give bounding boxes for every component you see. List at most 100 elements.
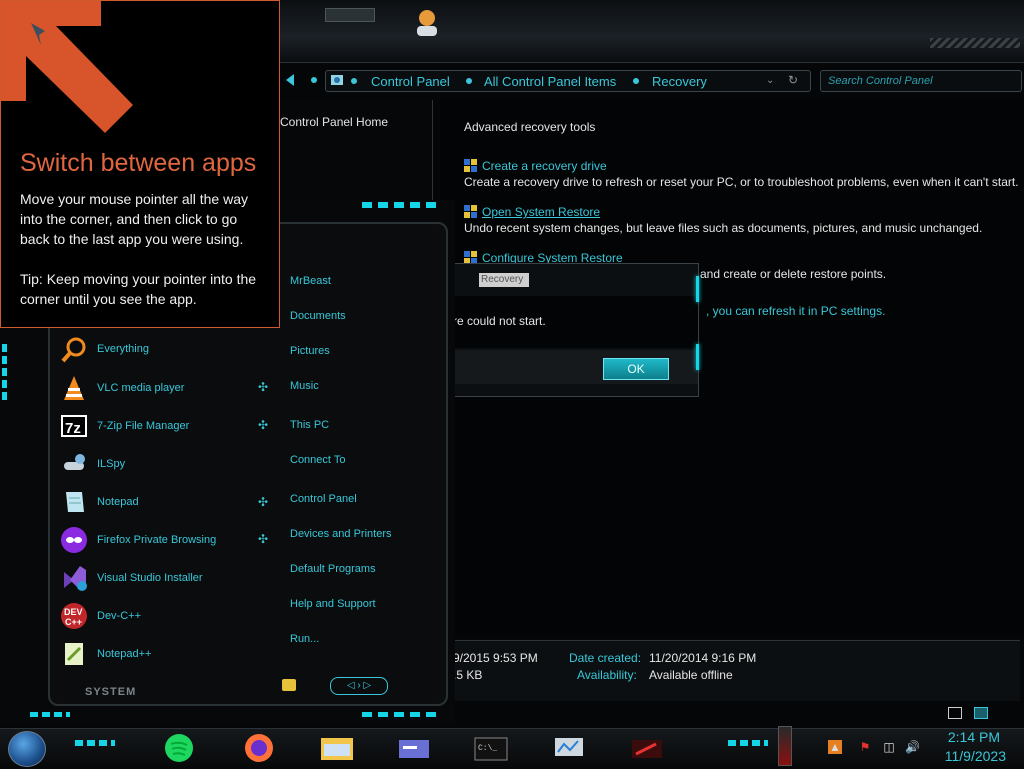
system-label: SYSTEM: [85, 686, 137, 698]
place-documents[interactable]: Documents: [290, 310, 346, 322]
open-system-restore-desc: Undo recent system changes, but leave fi…: [464, 221, 983, 235]
uac-shield-icon: [464, 159, 478, 173]
user-avatar: [412, 8, 442, 36]
expand-icon: ✣: [258, 418, 269, 432]
program-label: Firefox Private Browsing: [97, 534, 217, 546]
create-recovery-drive-desc: Create a recovery drive to refresh or re…: [464, 175, 1019, 189]
program-list: Everything VLC media player 7z 7-Zip Fil…: [52, 330, 272, 680]
dialog-title: Recovery: [479, 273, 529, 287]
date-modified-value: 9/2015 9:53 PM: [453, 651, 538, 665]
visual-studio-icon: [60, 564, 88, 592]
program-label: Notepad: [97, 496, 139, 508]
action-center-flag-icon[interactable]: ⚑: [858, 740, 872, 754]
devcpp-icon: DEV C++: [60, 602, 88, 630]
place-control-panel[interactable]: Control Panel: [290, 493, 357, 505]
speaker-icon[interactable]: 🔊: [905, 740, 920, 754]
decorative-stripe: [930, 38, 1020, 48]
advanced-tools-heading: Advanced recovery tools: [464, 120, 596, 134]
start-menu-bottom-leds: [362, 712, 442, 717]
breadcrumb-control-panel[interactable]: Control Panel: [371, 74, 450, 89]
firefox-private-icon: [60, 526, 88, 554]
search-input[interactable]: Search Control Panel: [820, 70, 1022, 92]
program-notepad[interactable]: Notepad: [52, 484, 272, 520]
place-music[interactable]: Music: [290, 380, 319, 392]
program-label: ILSpy: [97, 458, 126, 470]
chat-icon[interactable]: [282, 679, 296, 691]
switch-apps-tooltip: Switch between apps Move your mouse poin…: [0, 0, 280, 328]
7zip-icon: 7z: [60, 412, 88, 440]
start-button[interactable]: [8, 731, 46, 767]
place-connect-to[interactable]: Connect To: [290, 454, 345, 466]
window-titlebar[interactable]: [280, 0, 1024, 63]
place-devices-printers[interactable]: Devices and Printers: [290, 528, 392, 540]
date-created-label: Date created:: [569, 651, 642, 665]
thumbnail-view-icon[interactable]: [974, 707, 988, 719]
tooltip-tip: Tip: Keep moving your pointer into the c…: [20, 271, 257, 307]
volume-meter: [778, 726, 792, 766]
place-run[interactable]: Run...: [290, 633, 319, 645]
corner-arrow-icon: [1, 1, 136, 136]
clock-time[interactable]: 2:14 PM: [948, 729, 1000, 745]
program-label: Dev-C++: [97, 610, 142, 622]
program-firefox-private[interactable]: Firefox Private Browsing: [52, 522, 272, 558]
start-menu-top-leds: [362, 202, 442, 208]
breadcrumb-separator: [633, 78, 639, 84]
notepadpp-icon: [60, 640, 88, 668]
ok-button[interactable]: OK: [603, 358, 669, 380]
refresh-icon[interactable]: ↻: [788, 73, 798, 87]
ilspy-icon: [60, 450, 88, 478]
taskbar-leds: [75, 740, 115, 746]
program-7zip[interactable]: 7z 7-Zip File Manager: [52, 408, 272, 444]
notepad-icon: [60, 488, 88, 516]
details-pane: 9/2015 9:53 PM Date created: 11/20/2014 …: [440, 640, 1020, 719]
program-devcpp[interactable]: DEV C++ Dev-C++: [52, 598, 272, 634]
firefox-icon[interactable]: [240, 732, 278, 764]
control-panel-icon: [330, 73, 344, 87]
availability-label: Availability:: [577, 668, 637, 682]
resource-monitor-icon[interactable]: [550, 732, 588, 764]
place-default-programs[interactable]: Default Programs: [290, 563, 376, 575]
program-everything[interactable]: Everything: [52, 332, 272, 368]
refresh-pc-settings-link[interactable]: , you can refresh it in PC settings.: [706, 304, 885, 318]
control-panel-home-link[interactable]: Control Panel Home: [280, 115, 388, 129]
expand-icon: ✣: [258, 380, 269, 394]
spotify-icon[interactable]: [160, 732, 198, 764]
place-help-support[interactable]: Help and Support: [290, 598, 376, 610]
command-prompt-icon[interactable]: C:\_: [472, 732, 510, 764]
recovery-dialog: Recovery re could not start. OK: [452, 263, 699, 397]
power-arrows-button[interactable]: ◁ › ▷: [330, 677, 388, 695]
dialog-message: re could not start.: [453, 314, 546, 328]
breadcrumb-recovery[interactable]: Recovery: [652, 74, 707, 89]
address-bar[interactable]: Control Panel All Control Panel Items Re…: [325, 70, 811, 92]
place-this-pc[interactable]: This PC: [290, 419, 329, 431]
expand-icon: ✣: [258, 495, 269, 509]
open-system-restore-link[interactable]: Open System Restore: [482, 205, 600, 219]
place-mrbeast[interactable]: MrBeast: [290, 275, 331, 287]
file-explorer-icon[interactable]: [318, 732, 356, 764]
network-icon[interactable]: ◫: [882, 740, 896, 754]
program-notepadpp[interactable]: Notepad++: [52, 636, 272, 672]
program-label: Everything: [97, 343, 149, 355]
tooltip-title: Switch between apps: [20, 149, 257, 177]
details-view-icon[interactable]: [948, 707, 962, 719]
program-label: Visual Studio Installer: [97, 572, 203, 584]
recent-pages-dot[interactable]: [311, 77, 317, 83]
start-menu-bottom-leds: [30, 712, 70, 717]
taskbar-leds: [728, 740, 768, 746]
svg-text:7z: 7z: [65, 420, 81, 437]
breadcrumb-all-items[interactable]: All Control Panel Items: [484, 74, 616, 89]
create-recovery-drive-link[interactable]: Create a recovery drive: [482, 159, 607, 173]
chevron-down-icon[interactable]: ⌄: [766, 75, 774, 86]
program-vlc[interactable]: VLC media player: [52, 370, 272, 406]
magnifier-icon: [60, 336, 88, 364]
breadcrumb-separator: [351, 78, 357, 84]
taskbar-app-red-icon[interactable]: [628, 732, 666, 764]
program-ilspy[interactable]: ILSpy: [52, 446, 272, 482]
notification-icon[interactable]: ▲: [828, 740, 842, 754]
back-forward-buttons[interactable]: [282, 70, 312, 90]
place-pictures[interactable]: Pictures: [290, 345, 330, 357]
clock-date[interactable]: 11/9/2023: [945, 748, 1006, 764]
search-placeholder: Search Control Panel: [828, 75, 933, 87]
taskbar-app-icon[interactable]: [395, 732, 433, 764]
program-visual-studio-installer[interactable]: Visual Studio Installer: [52, 560, 272, 596]
